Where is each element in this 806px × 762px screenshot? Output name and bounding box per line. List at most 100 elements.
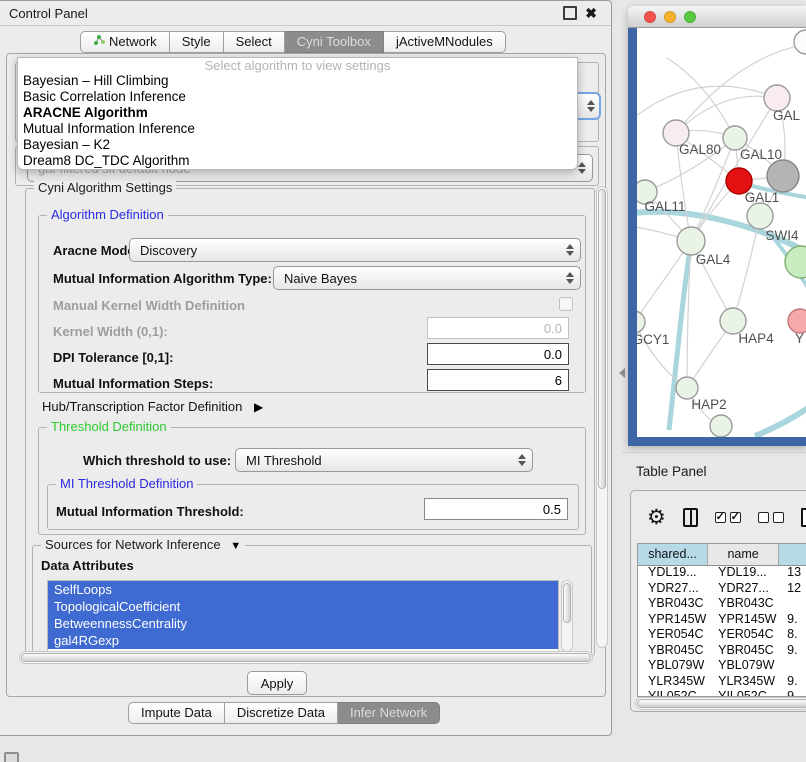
data-attributes-list[interactable]: SelfLoopsTopologicalCoefficientBetweenne…: [47, 580, 559, 652]
settings-gear-icon[interactable]: ⚙: [647, 507, 666, 528]
network-node-gcy1[interactable]: [637, 311, 645, 333]
group-title: Cyni Algorithm Settings: [34, 181, 176, 195]
minimize-traffic-light[interactable]: [664, 11, 676, 23]
manual-kernel-checkbox[interactable]: [559, 297, 573, 311]
network-node-label: HAP4: [738, 331, 774, 346]
network-edge[interactable]: [637, 86, 777, 120]
algorithm-option-aracne-algorithm[interactable]: ARACNE Algorithm: [18, 105, 577, 121]
close-icon[interactable]: ✖: [585, 6, 597, 20]
attributes-list-scrollbar[interactable]: [561, 580, 573, 652]
deselect-all-icon[interactable]: [758, 512, 784, 523]
algorithm-option-bayesian-k2[interactable]: Bayesian – K2: [18, 137, 577, 153]
manual-kernel-label: Manual Kernel Width Definition: [53, 298, 245, 313]
select-all-icon[interactable]: [715, 512, 741, 523]
table-row[interactable]: YLR345WYLR345W9.: [638, 674, 806, 690]
table-row[interactable]: YBR043CYBR043C: [638, 596, 806, 612]
settings-horizontal-scrollbar[interactable]: [19, 651, 593, 664]
table-row[interactable]: YBR045CYBR045C9.: [638, 643, 806, 659]
table-row[interactable]: YER054CYER054C8.: [638, 627, 806, 643]
network-canvas[interactable]: GALGAL80GAL10GAL1GAL11SWI4GAL4GCY1HAP4YH…: [637, 28, 806, 437]
table-cell: YIL052C: [638, 689, 708, 696]
network-window-titlebar[interactable]: [628, 6, 806, 28]
tab-network[interactable]: Network: [80, 31, 170, 53]
table-row[interactable]: YPR145WYPR145W9.: [638, 612, 806, 628]
which-threshold-combo[interactable]: MI Threshold: [235, 448, 533, 472]
split-columns-icon[interactable]: [683, 508, 698, 527]
mi-type-label: Mutual Information Algorithm Type:: [53, 271, 272, 286]
mi-steps-field[interactable]: 6: [427, 369, 569, 391]
algorithm-option-bayesian-hill-climbing[interactable]: Bayesian – Hill Climbing: [18, 73, 577, 89]
attribute-item-betweennesscentrality[interactable]: BetweennessCentrality: [48, 615, 558, 632]
apply-button[interactable]: Apply: [247, 671, 307, 695]
attribute-item-topologicalcoefficient[interactable]: TopologicalCoefficient: [48, 598, 558, 615]
table-cell: 9.: [779, 612, 806, 628]
network-edge-highlighted[interactable]: [755, 406, 806, 436]
column-header-2[interactable]: [779, 544, 806, 565]
table-cell: 9.: [779, 674, 806, 690]
aracne-mode-combo[interactable]: Discovery: [129, 238, 581, 262]
unchecked-box-icon: [758, 512, 769, 523]
document-icon[interactable]: [801, 508, 806, 527]
table-cell: 9: [779, 689, 806, 696]
kernel-width-field[interactable]: 0.0: [427, 317, 569, 339]
minimized-panel-icon[interactable]: [4, 752, 19, 762]
tab-style[interactable]: Style: [170, 31, 224, 53]
collapse-arrow-icon[interactable]: ▼: [230, 539, 241, 553]
table-row[interactable]: YBL079WYBL079W: [638, 658, 806, 674]
table-cell: [779, 658, 806, 674]
table-horizontal-scrollbar[interactable]: [635, 697, 806, 710]
float-panel-icon[interactable]: [563, 6, 577, 20]
tab-discretize-data[interactable]: Discretize Data: [225, 702, 338, 724]
column-header-name[interactable]: name: [708, 544, 779, 565]
close-traffic-light[interactable]: [644, 11, 656, 23]
table-row[interactable]: YIL052CYIL052C9: [638, 689, 806, 696]
sources-groupbox: Sources for Network Inference ▼ Data Att…: [32, 545, 592, 655]
table-cell: [779, 596, 806, 612]
splitter-handle[interactable]: [614, 368, 625, 378]
hub-definition-toggle[interactable]: Hub/Transcription Factor Definition ▶: [42, 399, 263, 414]
stepper-icon: [577, 161, 586, 175]
algorithm-options: Bayesian – Hill ClimbingBasic Correlatio…: [18, 73, 577, 169]
panel-divider: [622, 452, 806, 453]
kernel-width-value: 0.0: [544, 321, 562, 336]
tab-label: Cyni Toolbox: [297, 32, 371, 52]
table-cell: YLR345W: [708, 674, 779, 690]
attribute-item-selfloops[interactable]: SelfLoops: [48, 581, 558, 598]
column-header-shared[interactable]: shared...: [638, 544, 708, 565]
tab-cyni-toolbox[interactable]: Cyni Toolbox: [285, 31, 384, 53]
zoom-traffic-light[interactable]: [684, 11, 696, 23]
network-node[interactable]: [767, 160, 799, 192]
mi-type-value: Naive Bayes: [284, 271, 357, 286]
network-node-hap2[interactable]: [676, 377, 698, 399]
mi-algorithm-type-combo[interactable]: Naive Bayes: [273, 266, 581, 290]
network-node[interactable]: [710, 415, 732, 437]
table-row[interactable]: YDL19...YDL19...13: [638, 565, 806, 581]
tab-label: Style: [182, 32, 211, 52]
network-view-window: GALGAL80GAL10GAL1GAL11SWI4GAL4GCY1HAP4YH…: [628, 6, 806, 446]
network-node-gal4[interactable]: [677, 227, 705, 255]
network-node-swi4[interactable]: [747, 203, 773, 229]
attribute-item-gal4rgexp[interactable]: gal4RGexp: [48, 632, 558, 649]
checked-box-icon: [730, 512, 741, 523]
network-node-label: GAL4: [696, 252, 731, 267]
hub-definition-label: Hub/Transcription Factor Definition: [42, 399, 242, 414]
unchecked-box-icon: [773, 512, 784, 523]
dpi-tolerance-field[interactable]: 0.0: [427, 343, 569, 365]
mi-threshold-field[interactable]: 0.5: [424, 498, 568, 520]
mi-threshold-label: Mutual Information Threshold:: [56, 504, 244, 519]
tab-impute-data[interactable]: Impute Data: [128, 702, 225, 724]
mi-threshold-definition-groupbox: MI Threshold Definition Mutual Informati…: [47, 484, 579, 530]
tab-select[interactable]: Select: [224, 31, 285, 53]
network-node[interactable]: [785, 246, 806, 278]
network-node-label: Y: [795, 331, 804, 346]
settings-vertical-scrollbar[interactable]: [596, 186, 608, 648]
network-node[interactable]: [794, 30, 806, 54]
algorithm-option-mutual-information-inference[interactable]: Mutual Information Inference: [18, 121, 577, 137]
network-edge[interactable]: [733, 216, 760, 321]
tab-jactivemnodules[interactable]: jActiveMNodules: [384, 31, 506, 53]
algorithm-option-basic-correlation-inference[interactable]: Basic Correlation Inference: [18, 89, 577, 105]
tab-infer-network[interactable]: Infer Network: [338, 702, 440, 724]
algorithm-option-dream8-dc-tdc-algorithm[interactable]: Dream8 DC_TDC Algorithm: [18, 153, 577, 169]
network-node-y[interactable]: [788, 309, 806, 333]
table-row[interactable]: YDR27...YDR27...12: [638, 581, 806, 597]
